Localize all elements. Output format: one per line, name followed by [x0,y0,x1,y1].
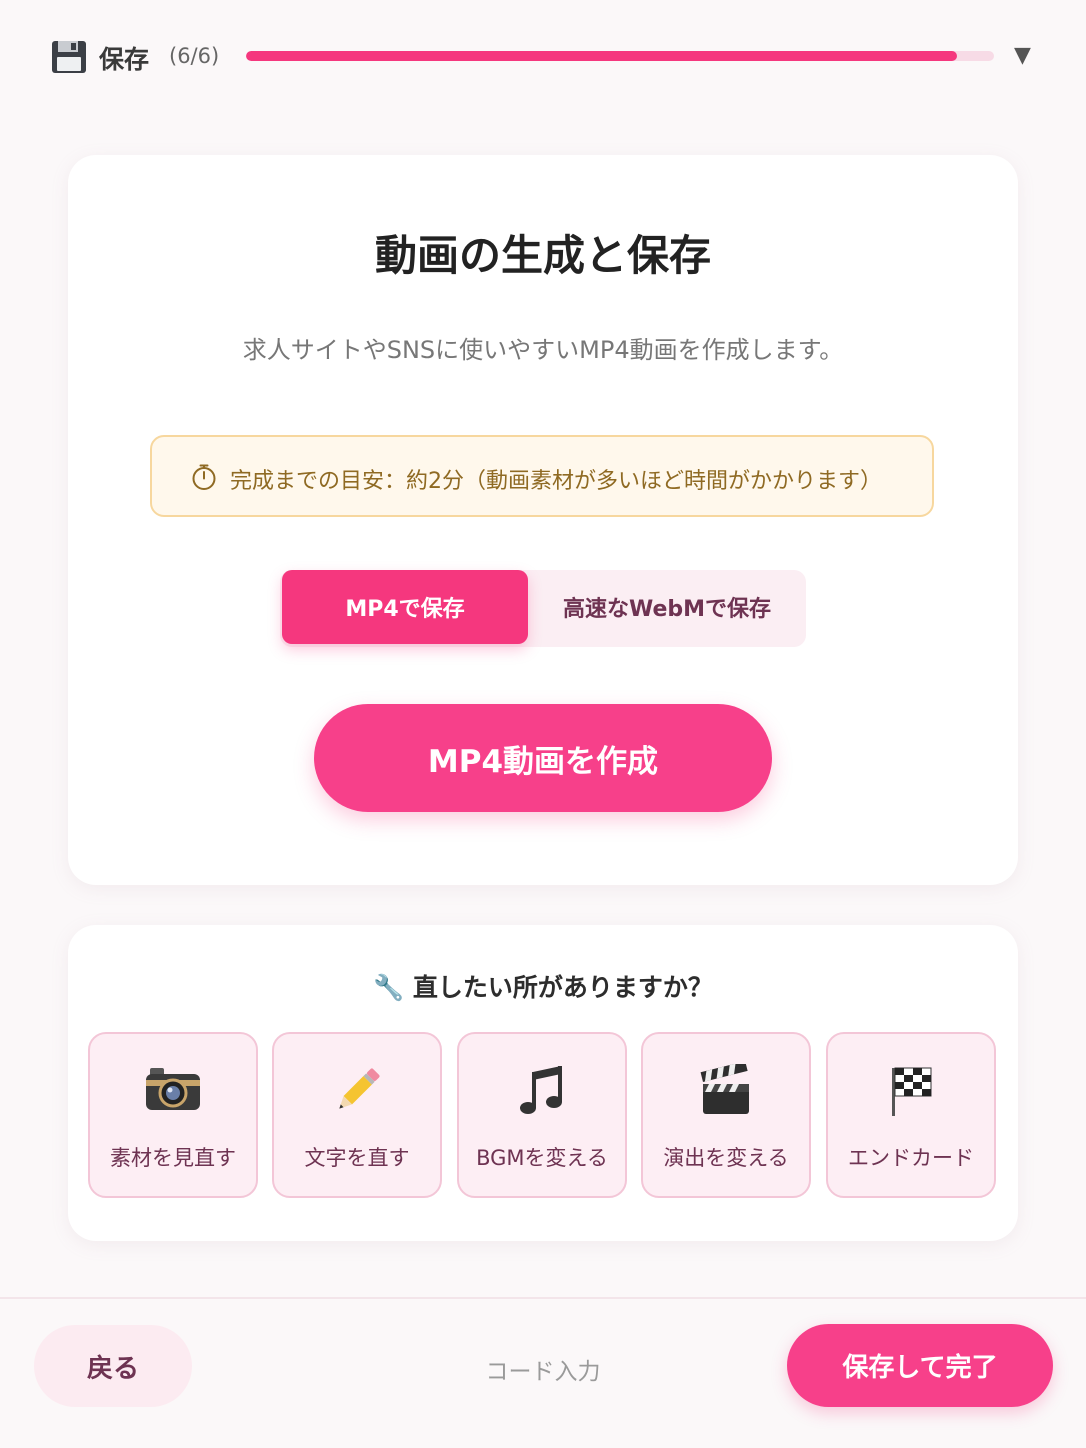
notice-text: 完成までの目安：約2分（動画素材が多いほど時間がかかります） [230,469,882,494]
end-card-label: エンドカード [848,1146,974,1170]
footer-divider [0,1297,1086,1299]
mp4-format-option[interactable]: MP4で保存 [282,570,528,644]
change-direction-button[interactable]: 演出を変える [641,1032,811,1198]
progress-fill [246,51,957,61]
stopwatch-icon [192,464,216,490]
floppy-disk-icon [52,41,86,73]
collapse-toggle-icon[interactable]: ▼ [1014,43,1031,68]
back-button[interactable]: 戻る [34,1325,192,1407]
change-bgm-label: BGMを変える [476,1146,608,1170]
page-subtitle: 求人サイトやSNSに使いやすいMP4動画を作成します。 [242,336,844,364]
camera-icon [146,1068,200,1110]
format-toggle: MP4で保存 高速なWebMで保存 [280,570,806,647]
webm-format-option[interactable]: 高速なWebMで保存 [532,570,802,644]
page-title: 動画の生成と保存 [374,231,711,280]
progress-bar [246,51,994,61]
change-bgm-button[interactable]: BGMを変える [457,1032,627,1198]
checkered-flag-icon [892,1067,932,1116]
pencil-icon [339,1068,380,1109]
end-card-button[interactable]: エンドカード [826,1032,996,1198]
change-direction-label: 演出を変える [663,1146,789,1170]
fix-section-title: 🔧 直したい所がありますか？ [373,973,713,1002]
code-input-link[interactable]: コード入力 [443,1352,643,1386]
edit-text-label: 文字を直す [304,1146,410,1170]
review-materials-label: 素材を見直す [110,1146,236,1170]
step-title: 保存 [99,45,150,74]
step-header: 保存 (6/6) ▼ [0,0,1086,118]
edit-text-button[interactable]: 文字を直す [272,1032,442,1198]
create-video-button[interactable]: MP4動画を作成 [314,704,772,812]
save-and-finish-button[interactable]: 保存して完了 [787,1324,1053,1407]
clapperboard-icon [700,1064,749,1114]
music-note-icon [520,1066,562,1114]
step-counter: (6/6) [169,44,220,68]
review-materials-button[interactable]: 素材を見直す [88,1032,258,1198]
time-estimate-notice: 完成までの目安：約2分（動画素材が多いほど時間がかかります） [150,435,934,517]
